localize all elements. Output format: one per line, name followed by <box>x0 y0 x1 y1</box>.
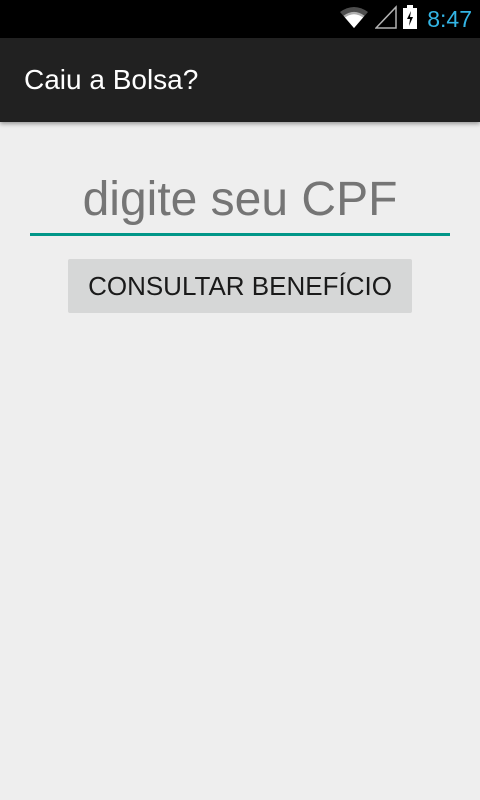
battery-charging-icon <box>403 4 418 34</box>
status-icons: 8:47 <box>339 0 472 38</box>
status-time: 8:47 <box>427 5 472 32</box>
consult-benefit-button[interactable]: CONSULTAR BENEFÍCIO <box>68 259 412 313</box>
app-bar: Caiu a Bolsa? <box>0 38 480 122</box>
signal-icon <box>374 4 397 34</box>
cpf-input[interactable] <box>30 166 450 236</box>
status-bar: 8:47 <box>0 0 480 38</box>
app-title: Caiu a Bolsa? <box>24 64 199 95</box>
wifi-icon <box>339 5 369 34</box>
main-content: CONSULTAR BENEFÍCIO <box>0 122 480 800</box>
